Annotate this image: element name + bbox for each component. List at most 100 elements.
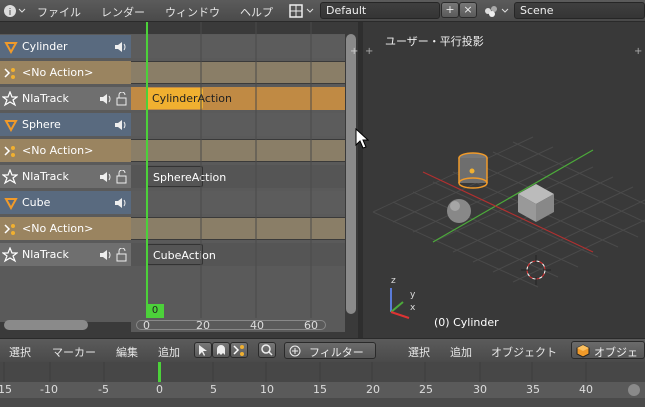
lock-icon[interactable]	[115, 248, 129, 262]
add-screen-button[interactable]: +	[441, 2, 459, 18]
channel-action-cube[interactable]: <No Action>	[0, 217, 131, 240]
info-editor-icon[interactable]: i	[2, 2, 28, 20]
lock-icon[interactable]	[115, 170, 129, 184]
action-icon	[4, 224, 15, 235]
speaker-icon[interactable]	[113, 118, 127, 132]
lock-icon[interactable]	[115, 92, 129, 106]
timeline-tick: 5	[210, 383, 217, 396]
viewport-plus-left[interactable]: +	[365, 46, 373, 57]
filter-label: フィルター	[309, 346, 364, 359]
nla-only-selected-icon[interactable]	[194, 342, 212, 358]
view3d-menu-object[interactable]: オブジェクト	[491, 344, 557, 360]
channel-action-cylinder[interactable]: <No Action>	[0, 61, 131, 84]
channel-track-cylinder[interactable]: NlaTrack	[0, 87, 131, 110]
timeline-tick: -15	[0, 383, 12, 396]
view3d-menu-select[interactable]: 選択	[408, 344, 430, 360]
viewport-object-label: (0) Cylinder	[434, 316, 499, 329]
channel-label: NlaTrack	[22, 170, 69, 183]
channel-label: NlaTrack	[22, 92, 69, 105]
star-icon[interactable]	[2, 247, 18, 263]
timeline-scroll-handle[interactable]	[628, 384, 640, 396]
channel-object-cube[interactable]: Cube	[0, 191, 131, 214]
menu-window[interactable]: ウィンドウ	[165, 4, 220, 20]
channel-object-sphere[interactable]: Sphere	[0, 113, 131, 136]
speaker-icon[interactable]	[113, 40, 127, 54]
speaker-icon[interactable]	[98, 170, 112, 184]
nla-menu-select[interactable]: 選択	[9, 344, 31, 360]
axis-gizmo-icon	[390, 288, 410, 319]
top-menu-bar: i ファイル レンダー ウィンドウ ヘルプ Default + × Scene	[0, 0, 645, 22]
nla-zoom-icon[interactable]	[258, 342, 276, 358]
channel-action-sphere[interactable]: <No Action>	[0, 139, 131, 162]
3d-cursor-icon[interactable]	[521, 255, 551, 285]
object-triangle-icon	[4, 198, 18, 210]
channel-label: <No Action>	[22, 66, 94, 79]
menu-help[interactable]: ヘルプ	[240, 4, 273, 20]
timeline-playhead[interactable]	[158, 362, 161, 382]
timeline-tick: 15	[313, 383, 327, 396]
channel-label: <No Action>	[22, 222, 94, 235]
channel-label: Sphere	[22, 118, 61, 131]
timeline-grid	[3, 362, 587, 382]
screen-layout-field[interactable]: Default	[320, 2, 440, 19]
menu-file[interactable]: ファイル	[37, 4, 81, 20]
action-icon	[4, 146, 15, 157]
channel-scrollbar[interactable]	[4, 320, 88, 330]
speaker-icon[interactable]	[113, 196, 127, 210]
menu-render[interactable]: レンダー	[101, 4, 145, 20]
timeline-tick: 20	[366, 383, 380, 396]
nla-include-missing-icon[interactable]	[230, 342, 248, 358]
timeline-tick: -10	[40, 383, 58, 396]
channel-label: <No Action>	[22, 144, 94, 157]
viewport-plus-right[interactable]: +	[634, 46, 642, 57]
view3d-menu-add[interactable]: 追加	[450, 344, 472, 360]
timeline-tick: 10	[260, 383, 274, 396]
timeline-tick: 40	[579, 383, 593, 396]
timeline-tick: 30	[473, 383, 487, 396]
sphere-object[interactable]	[447, 199, 471, 223]
mouse-pointer-icon	[355, 128, 369, 149]
nla-v-scrollbar[interactable]	[346, 34, 356, 314]
viewport-scene	[372, 136, 645, 319]
axis-label-x: x	[410, 303, 416, 313]
axis-label-z: z	[391, 276, 396, 286]
star-icon[interactable]	[2, 91, 18, 107]
star-icon[interactable]	[2, 169, 18, 185]
nla-playhead[interactable]	[146, 22, 148, 322]
object-triangle-icon	[4, 120, 18, 132]
nla-menu-marker[interactable]: マーカー	[52, 344, 96, 360]
strip-grid	[200, 22, 312, 322]
nla-ghost-icon[interactable]	[212, 342, 230, 358]
filter-plus-icon	[289, 345, 301, 357]
nla-menu-edit[interactable]: 編集	[116, 344, 138, 360]
scene-field[interactable]: Scene	[514, 2, 645, 19]
action-icon	[4, 68, 15, 79]
speaker-icon[interactable]	[98, 248, 112, 262]
channel-label: Cylinder	[22, 40, 68, 53]
channel-track-sphere[interactable]: NlaTrack	[0, 165, 131, 188]
object-mode-icon	[576, 344, 590, 358]
timeline-tick: 35	[526, 383, 540, 396]
nla-filter-field[interactable]: フィルター	[284, 342, 376, 359]
object-triangle-icon	[4, 42, 18, 54]
channel-label: Cube	[22, 196, 51, 209]
channel-object-cylinder[interactable]: Cylinder	[0, 35, 131, 58]
timeline-tick: -5	[98, 383, 109, 396]
speaker-icon[interactable]	[98, 92, 112, 106]
mode-selector[interactable]: オブジェク	[571, 341, 645, 375]
scene-icon[interactable]	[483, 3, 513, 19]
current-frame-badge: 0	[146, 304, 164, 318]
channel-label: NlaTrack	[22, 248, 69, 261]
area-plus-icon[interactable]: +	[350, 46, 358, 57]
timeline-tick: 25	[419, 383, 433, 396]
channel-track-cube[interactable]: NlaTrack	[0, 243, 131, 266]
nla-menu-add[interactable]: 追加	[158, 344, 180, 360]
svg-text:i: i	[9, 8, 12, 18]
cylinder-object[interactable]	[458, 152, 488, 189]
nla-h-scrollbar[interactable]	[136, 320, 326, 330]
timeline-tick: 0	[156, 383, 163, 396]
footer-bar	[0, 398, 645, 407]
axis-label-y: y	[410, 290, 416, 300]
screen-layout-icon[interactable]	[288, 3, 318, 19]
delete-screen-button[interactable]: ×	[459, 2, 477, 18]
